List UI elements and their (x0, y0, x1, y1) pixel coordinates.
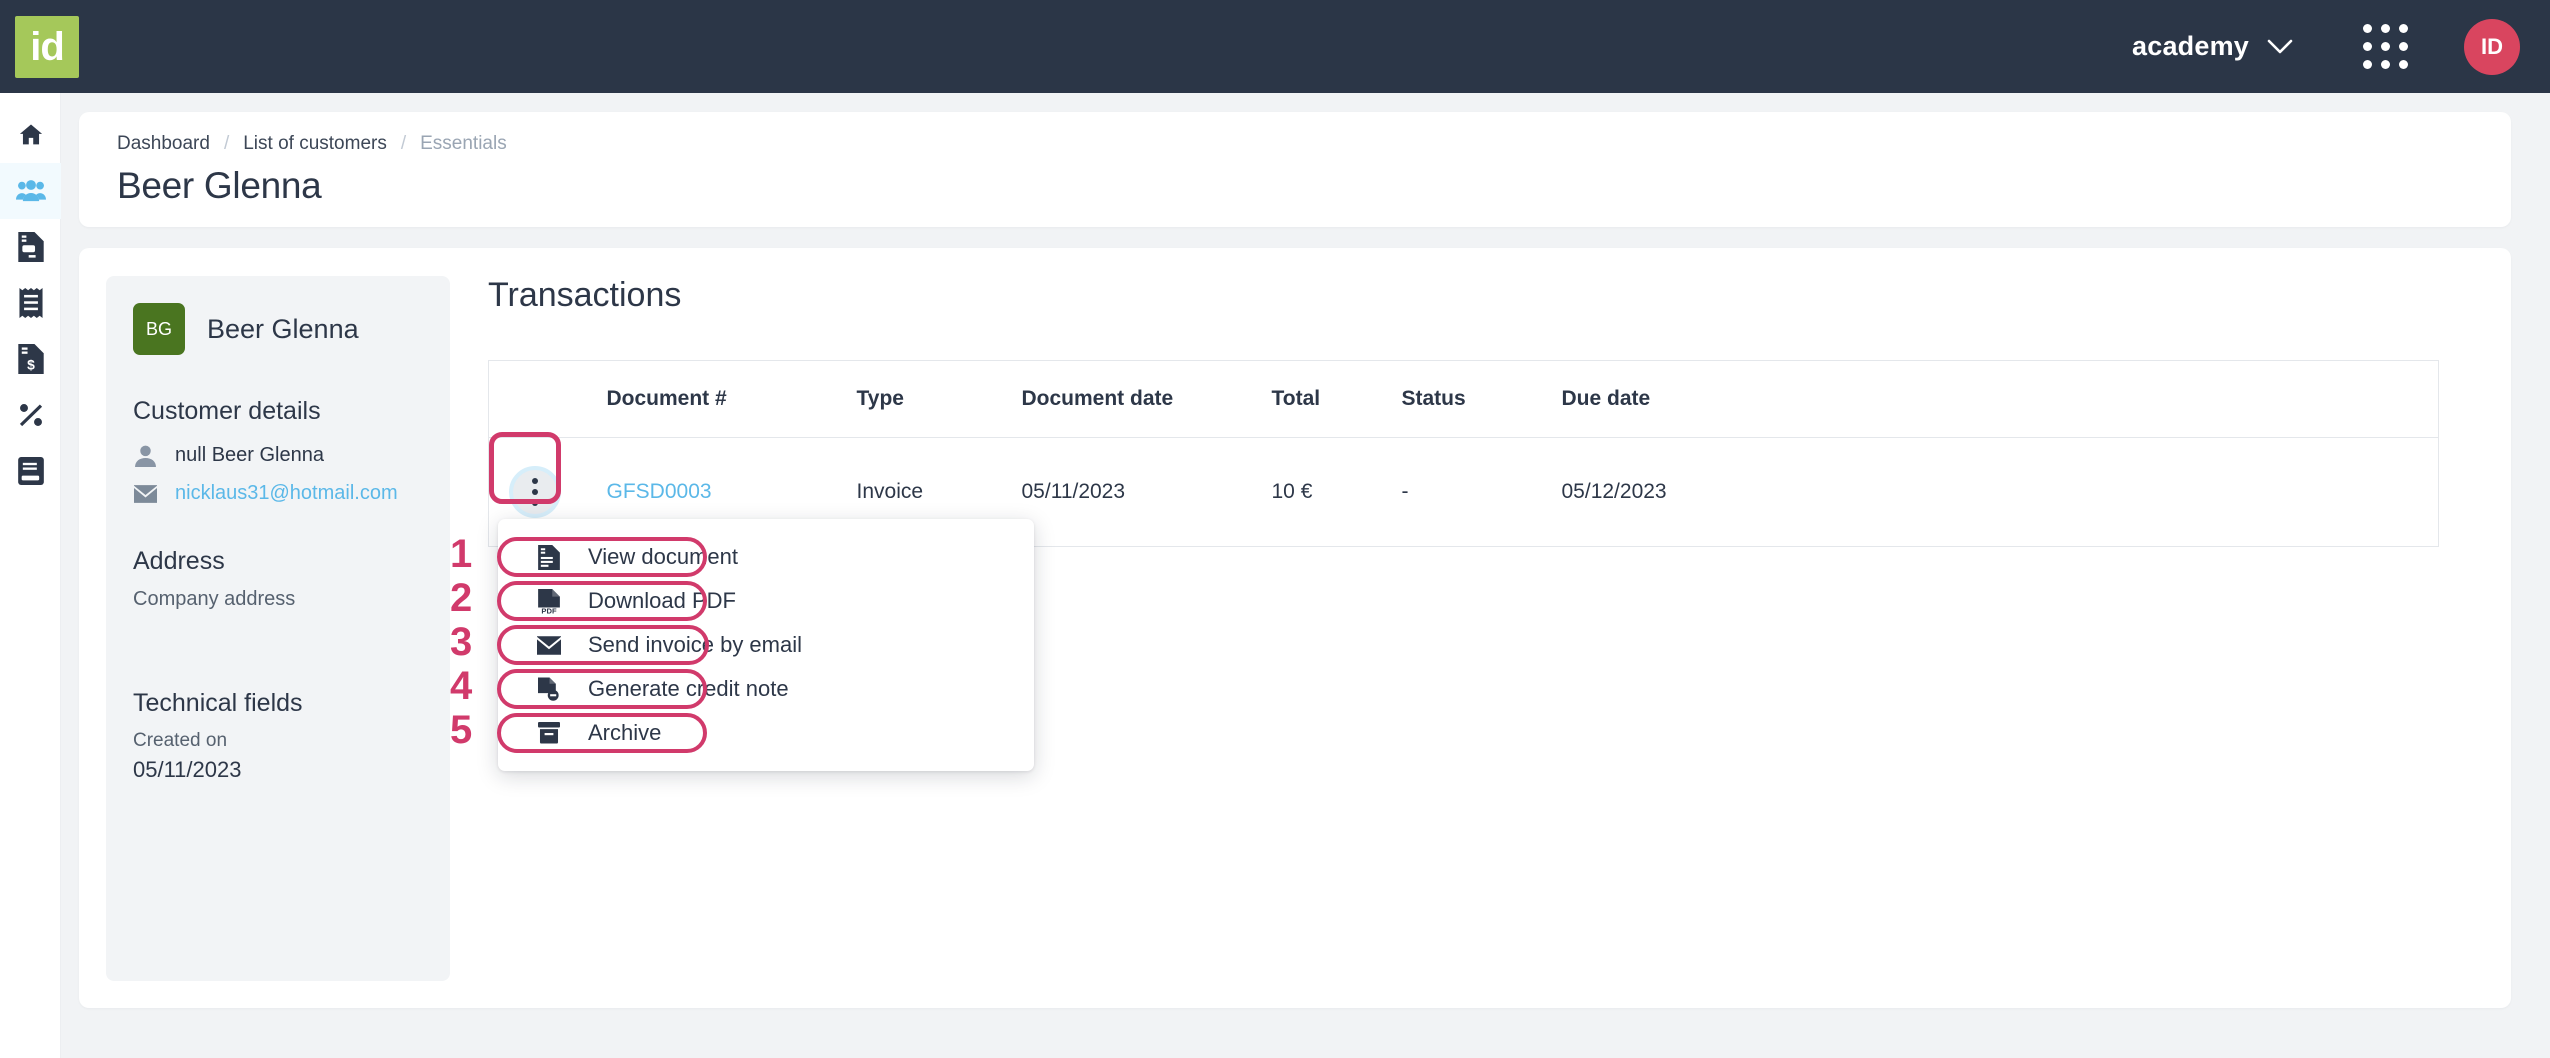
menu-row-4: 4 Generate credit note (498, 667, 1034, 711)
address-value: Company address (133, 588, 423, 611)
app-logo[interactable]: id (15, 16, 79, 78)
cell-status: - (1402, 438, 1562, 547)
cell-due-date: 05/12/2023 (1562, 438, 2439, 547)
column-header-total: Total (1272, 361, 1402, 438)
people-icon (16, 177, 46, 205)
sidebar-item-taxes[interactable] (0, 387, 61, 443)
transactions-title: Transactions (488, 276, 2471, 315)
transactions-section: Transactions Document # Type Document da… (488, 276, 2471, 1008)
customer-name: Beer Glenna (207, 314, 359, 345)
book-icon (18, 457, 44, 485)
envelope-icon (536, 636, 562, 655)
pdf-file-icon: PDF (536, 589, 562, 614)
table-header: Document # Type Document date Total Stat… (489, 361, 2439, 438)
svg-text:$: $ (27, 356, 35, 372)
annotation-number-2: 2 (450, 576, 472, 621)
customer-contact-row: null Beer Glenna (133, 444, 423, 467)
menu-item-archive[interactable]: Archive (498, 711, 1034, 755)
person-icon (133, 445, 157, 467)
table-header-row: Document # Type Document date Total Stat… (489, 361, 2439, 438)
document-lines-icon (536, 545, 562, 570)
row-actions-kebab-button[interactable] (509, 466, 561, 518)
sidebar-item-documents[interactable] (0, 219, 61, 275)
document-minus-icon (536, 677, 562, 702)
avatar-initials: ID (2481, 34, 2503, 60)
logo-text: id (30, 27, 64, 67)
column-header-due-date: Due date (1562, 361, 2439, 438)
column-header-type: Type (857, 361, 1022, 438)
sidebar-item-home[interactable] (0, 107, 61, 163)
page-title: Beer Glenna (117, 165, 2511, 207)
technical-fields-heading: Technical fields (133, 689, 423, 718)
page-header-card: Dashboard / List of customers / Essentia… (79, 112, 2511, 227)
svg-text:PDF: PDF (541, 606, 557, 614)
archive-box-icon (536, 722, 562, 744)
created-on-label: Created on (133, 730, 423, 752)
avatar[interactable]: ID (2464, 19, 2520, 75)
sidebar-item-receipts[interactable] (0, 275, 61, 331)
sidebar-item-invoices[interactable]: $ (0, 331, 61, 387)
customer-email-link[interactable]: nicklaus31@hotmail.com (175, 482, 398, 505)
document-link[interactable]: GFSD0003 (607, 480, 712, 503)
column-header-status: Status (1402, 361, 1562, 438)
sidebar: $ (0, 93, 61, 1058)
breadcrumb-item-dashboard[interactable]: Dashboard (117, 133, 210, 155)
menu-row-5: 5 Archive (498, 711, 1034, 755)
breadcrumb-item-essentials: Essentials (420, 133, 507, 155)
chevron-down-icon[interactable] (2267, 39, 2293, 55)
envelope-icon (133, 485, 157, 503)
menu-item-download-pdf[interactable]: PDF Download PDF (498, 579, 1034, 623)
customer-header: BG Beer Glenna (133, 303, 423, 355)
annotation-number-5: 5 (450, 708, 472, 753)
document-card-icon (18, 232, 44, 262)
home-icon (17, 121, 45, 149)
receipt-icon (19, 288, 43, 318)
breadcrumb-separator: / (401, 133, 406, 155)
menu-row-3: 3 Send invoice by email (498, 623, 1034, 667)
customer-avatar: BG (133, 303, 185, 355)
customer-avatar-initials: BG (146, 319, 172, 340)
breadcrumb-item-list-of-customers[interactable]: List of customers (243, 133, 387, 155)
breadcrumb-separator: / (224, 133, 229, 155)
menu-item-view-document[interactable]: View document (498, 535, 1034, 579)
menu-row-1: 1 View d (498, 535, 1034, 579)
customer-contact-name: null Beer Glenna (175, 444, 324, 467)
column-header-document: Document # (607, 361, 857, 438)
document-dollar-icon: $ (18, 344, 44, 374)
cell-document-date: 05/11/2023 (1022, 438, 1272, 547)
column-header-document-date: Document date (1022, 361, 1272, 438)
content-card: BG Beer Glenna Customer details null Bee… (79, 248, 2511, 1008)
annotation-number-3: 3 (450, 620, 472, 665)
percent-icon (17, 401, 45, 429)
menu-row-2: 2 PDF Download PDF (498, 579, 1034, 623)
org-name[interactable]: academy (2132, 31, 2249, 62)
customer-email-row: nicklaus31@hotmail.com (133, 482, 423, 505)
menu-item-label: View document (588, 544, 738, 570)
topbar-right-group: academy ID (2132, 19, 2520, 75)
menu-item-label: Send invoice by email (588, 632, 802, 658)
breadcrumb: Dashboard / List of customers / Essentia… (117, 133, 2511, 155)
menu-item-label: Download PDF (588, 588, 736, 614)
menu-item-send-invoice-by-email[interactable]: Send invoice by email (498, 623, 1034, 667)
created-on-value: 05/11/2023 (133, 757, 423, 783)
menu-item-label: Archive (588, 720, 661, 746)
address-heading: Address (133, 547, 423, 576)
column-header-actions (489, 361, 607, 438)
row-context-menu: 1 View d (498, 519, 1034, 771)
apps-grid-icon[interactable] (2363, 24, 2408, 69)
menu-item-generate-credit-note[interactable]: Generate credit note (498, 667, 1034, 711)
sidebar-item-customers[interactable] (0, 163, 61, 219)
annotation-number-4: 4 (450, 664, 472, 709)
top-bar: id academy ID (0, 0, 2550, 93)
customer-details-heading: Customer details (133, 397, 423, 426)
cell-total: 10 € (1272, 438, 1402, 547)
annotation-number-1: 1 (450, 532, 472, 577)
customer-panel: BG Beer Glenna Customer details null Bee… (106, 276, 450, 981)
menu-item-label: Generate credit note (588, 676, 789, 702)
sidebar-item-ledger[interactable] (0, 443, 61, 499)
main-content: Dashboard / List of customers / Essentia… (61, 93, 2550, 1058)
